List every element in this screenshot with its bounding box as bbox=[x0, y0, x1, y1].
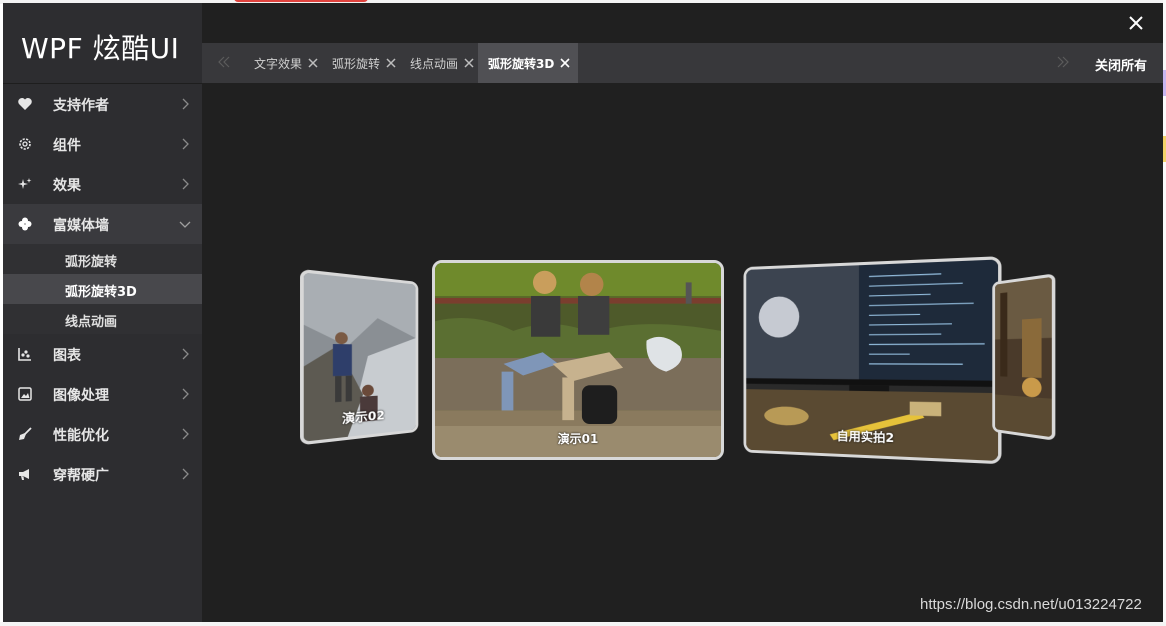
sidebar-item-label: 图表 bbox=[53, 348, 81, 364]
sidebar-item-support-author[interactable]: 支持作者 bbox=[3, 84, 202, 124]
chevron-right-icon bbox=[182, 468, 189, 480]
tab-bar: 文字效果 弧形旋转 线点动画 弧形旋转3D 关闭所有 bbox=[202, 43, 1163, 83]
sidebar-item-label: 性能优化 bbox=[53, 428, 109, 444]
close-all-button[interactable]: 关闭所有 bbox=[1095, 55, 1147, 74]
chevron-down-icon bbox=[179, 221, 191, 228]
sidebar-item-label: 效果 bbox=[53, 178, 81, 194]
sidebar-item-charts[interactable]: 图表 bbox=[3, 334, 202, 374]
background-page-bottom bbox=[0, 622, 1166, 626]
card-photo bbox=[435, 263, 721, 457]
image-icon bbox=[18, 387, 32, 401]
carousel-3d: 演示02 演示01 自用实拍2 bbox=[202, 83, 1163, 622]
sidebar-item-effects[interactable]: 效果 bbox=[3, 164, 202, 204]
tab-line-dot-animation[interactable]: 线点动画 bbox=[400, 43, 482, 83]
close-window-icon[interactable] bbox=[1127, 14, 1145, 32]
sparkle-icon bbox=[18, 178, 32, 189]
tab-label: 弧形旋转 bbox=[332, 56, 381, 71]
chevron-right-icon bbox=[182, 178, 189, 190]
sidebar-subitem-label: 弧形旋转3D bbox=[65, 285, 137, 300]
watermark-text: https://blog.csdn.net/u013224722 bbox=[920, 596, 1142, 613]
card-photo bbox=[995, 276, 1052, 438]
broom-icon bbox=[19, 427, 32, 440]
chevron-right-icon bbox=[182, 98, 189, 110]
heart-icon bbox=[18, 98, 32, 110]
carousel-card[interactable] bbox=[992, 273, 1056, 441]
card-caption: 演示01 bbox=[557, 432, 599, 446]
tab-arc-rotate[interactable]: 弧形旋转 bbox=[322, 43, 404, 83]
double-chevron-right-icon[interactable] bbox=[1055, 54, 1071, 70]
content-area: 演示02 演示01 自用实拍2 bbox=[202, 83, 1163, 622]
sidebar-item-components[interactable]: 组件 bbox=[3, 124, 202, 164]
tab-arc-rotate-3d[interactable]: 弧形旋转3D bbox=[478, 43, 579, 83]
carousel-card[interactable]: 演示01 bbox=[432, 260, 724, 460]
close-icon[interactable] bbox=[384, 56, 398, 70]
sidebar-subitem-label: 弧形旋转 bbox=[65, 255, 118, 270]
tab-label: 文字效果 bbox=[254, 56, 303, 71]
tab-label: 线点动画 bbox=[410, 56, 459, 71]
close-icon[interactable] bbox=[558, 56, 572, 70]
sidebar-item-label: 支持作者 bbox=[53, 98, 109, 114]
sidebar-item-label: 穿帮硬广 bbox=[53, 468, 109, 484]
chart-icon bbox=[18, 348, 31, 361]
carousel-card[interactable]: 演示02 bbox=[300, 268, 419, 446]
sidebar-subitem-line-dot-animation[interactable]: 线点动画 bbox=[3, 304, 202, 334]
sidebar-item-label: 组件 bbox=[53, 138, 81, 154]
clover-icon bbox=[18, 217, 32, 231]
sidebar-item-image-processing[interactable]: 图像处理 bbox=[3, 374, 202, 414]
sidebar: WPF 炫酷UI 支持作者 组件 效果 富媒体墙 弧形旋转 弧形旋转3D 线点动… bbox=[3, 3, 202, 622]
chevron-right-icon bbox=[182, 388, 189, 400]
close-icon[interactable] bbox=[462, 56, 476, 70]
gear-icon bbox=[19, 138, 31, 150]
sidebar-item-ads[interactable]: 穿帮硬广 bbox=[3, 454, 202, 494]
app-window: WPF 炫酷UI 支持作者 组件 效果 富媒体墙 弧形旋转 弧形旋转3D 线点动… bbox=[3, 3, 1163, 622]
sidebar-item-label: 富媒体墙 bbox=[53, 218, 109, 234]
double-chevron-left-icon[interactable] bbox=[216, 54, 232, 70]
sidebar-item-label: 图像处理 bbox=[53, 388, 109, 404]
sidebar-subitem-arc-rotate-3d[interactable]: 弧形旋转3D bbox=[3, 274, 202, 304]
megaphone-icon bbox=[19, 469, 29, 480]
tab-text-effects[interactable]: 文字效果 bbox=[244, 43, 326, 83]
sidebar-item-performance[interactable]: 性能优化 bbox=[3, 414, 202, 454]
sidebar-subitem-label: 线点动画 bbox=[65, 315, 118, 330]
sidebar-submenu-media-wall: 弧形旋转 弧形旋转3D 线点动画 bbox=[3, 244, 202, 334]
chevron-right-icon bbox=[182, 138, 189, 150]
carousel-card[interactable]: 自用实拍2 bbox=[743, 256, 1002, 465]
app-title: WPF 炫酷UI bbox=[21, 32, 180, 65]
close-icon[interactable] bbox=[306, 56, 320, 70]
sidebar-menu: 支持作者 组件 效果 富媒体墙 弧形旋转 弧形旋转3D 线点动画 图表 图像处理… bbox=[3, 84, 202, 494]
tab-label: 弧形旋转3D bbox=[488, 56, 555, 71]
sidebar-subitem-arc-rotate[interactable]: 弧形旋转 bbox=[3, 244, 202, 274]
background-page-pill bbox=[234, 0, 368, 2]
sidebar-item-media-wall[interactable]: 富媒体墙 bbox=[3, 204, 202, 244]
chevron-right-icon bbox=[182, 428, 189, 440]
chevron-right-icon bbox=[182, 348, 189, 360]
